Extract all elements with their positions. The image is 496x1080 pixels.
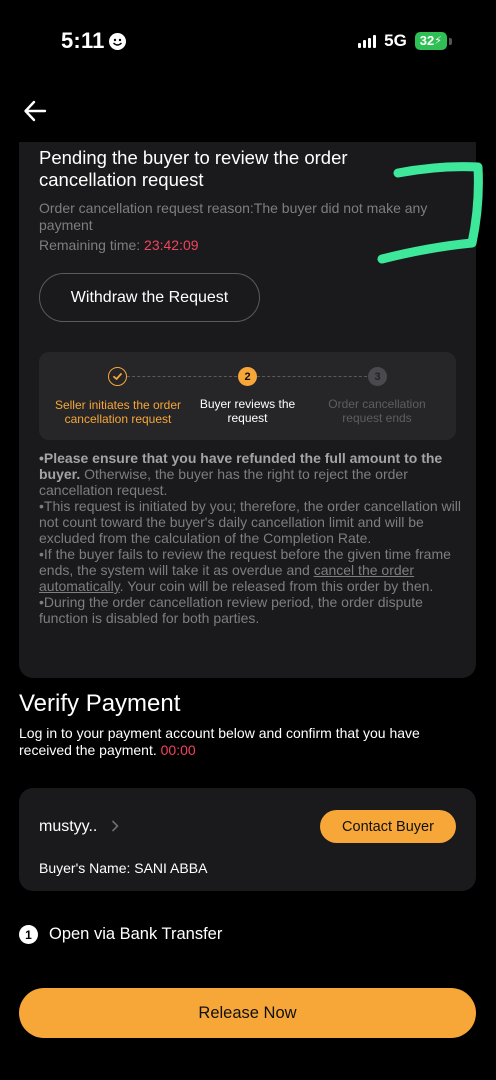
- remaining-time: Remaining time: 23:42:09: [39, 237, 199, 253]
- remaining-countdown: 23:42:09: [144, 237, 199, 253]
- step-3-label: Order cancellation request ends: [328, 397, 426, 425]
- step-1-label: Seller initiates the order cancellation …: [54, 398, 182, 426]
- method-label: Open via Bank Transfer: [49, 925, 223, 943]
- step-3-number: 3: [368, 367, 387, 386]
- verify-description: Log in to your payment account below and…: [19, 725, 420, 758]
- battery-tip: [449, 37, 452, 45]
- status-time: 5:11: [61, 28, 126, 54]
- step-connector: [127, 376, 237, 377]
- buyer-name: Buyer's Name: SANI ABBA: [39, 860, 208, 876]
- step-connector: [257, 376, 367, 377]
- annotation-bracket-icon: [377, 162, 483, 264]
- chevron-right-icon: [111, 819, 120, 836]
- step-1-check-icon: [108, 367, 127, 386]
- note-2: •This request is initiated by you; there…: [39, 498, 462, 546]
- buyer-profile-link[interactable]: mustyy..: [39, 818, 120, 836]
- progress-steps: [39, 352, 456, 440]
- signal-icon: [358, 34, 377, 48]
- step-2-label: Buyer reviews the request: [199, 397, 296, 425]
- back-arrow-icon[interactable]: [22, 98, 48, 124]
- network-type: 5G: [384, 31, 407, 50]
- clock-text: 5:11: [61, 28, 105, 53]
- contact-buyer-button[interactable]: Contact Buyer: [320, 810, 456, 843]
- verify-timer: 00:00: [160, 742, 196, 758]
- release-now-button[interactable]: Release Now: [19, 988, 476, 1038]
- cancellation-notes: •Please ensure that you have refunded th…: [39, 450, 461, 626]
- payment-method[interactable]: 1 Open via Bank Transfer: [19, 925, 222, 944]
- status-indicators: 5G 32 ⚡: [358, 31, 452, 51]
- note-1: •Please ensure that you have refunded th…: [39, 450, 443, 498]
- remaining-label: Remaining time:: [39, 237, 145, 253]
- withdraw-request-button[interactable]: Withdraw the Request: [39, 273, 260, 322]
- emoji-face-icon: [108, 32, 126, 50]
- battery-icon: 32 ⚡: [414, 32, 447, 50]
- verify-title: Verify Payment: [19, 690, 181, 717]
- method-number: 1: [19, 925, 38, 944]
- step-2-number: 2: [238, 367, 257, 386]
- note-3: •If the buyer fails to review the reques…: [39, 546, 451, 594]
- note-4: •During the order cancellation review pe…: [39, 594, 423, 626]
- buyer-nickname: mustyy..: [39, 818, 98, 835]
- pending-title: Pending the buyer to review the order ca…: [39, 147, 348, 190]
